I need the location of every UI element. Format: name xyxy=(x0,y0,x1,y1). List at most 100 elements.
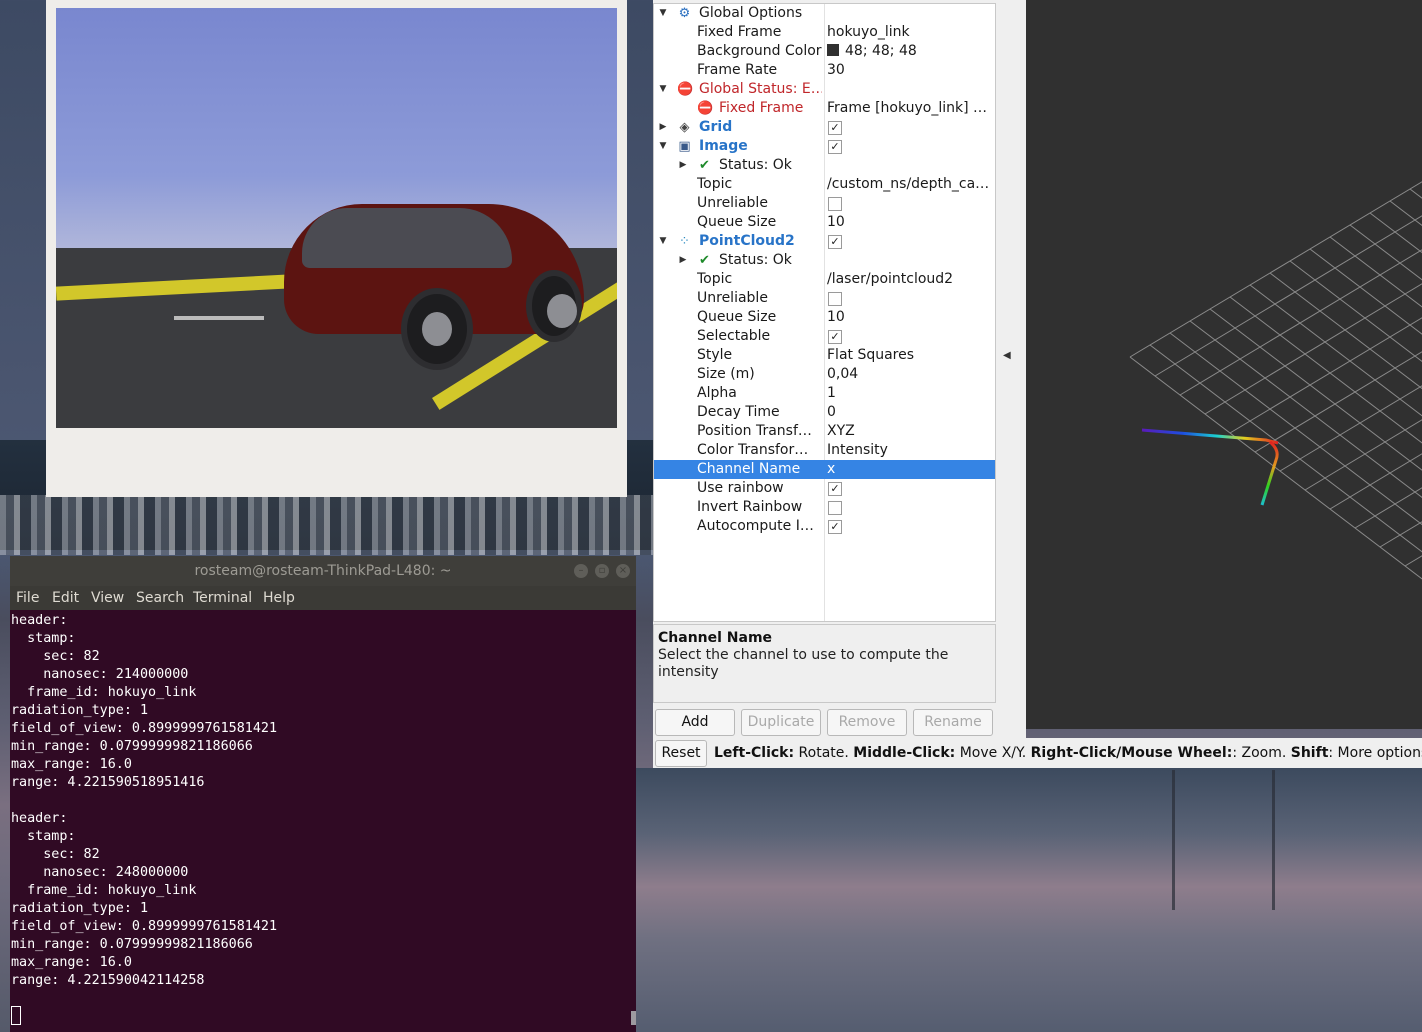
menu-edit[interactable]: Edit xyxy=(52,586,79,610)
rename-button[interactable]: Rename xyxy=(913,709,993,736)
property-row[interactable]: ▼ ⚙ Global Options xyxy=(654,4,995,23)
checkbox-checked[interactable]: ✓ xyxy=(828,520,842,534)
grid-line xyxy=(1349,224,1422,281)
shift-label: Shift xyxy=(1290,745,1329,761)
checkmark-icon: ✔ xyxy=(699,158,710,173)
property-value[interactable]: 10 xyxy=(827,308,992,327)
expand-right-icon[interactable]: ▶ xyxy=(677,156,689,175)
minimize-icon[interactable]: – xyxy=(574,564,588,578)
property-row[interactable]: Size (m) 0,04 xyxy=(654,365,995,384)
property-name: Topic xyxy=(697,271,733,287)
property-value[interactable]: 48; 48; 48 xyxy=(827,42,992,61)
property-row[interactable]: Use rainbow ✓ xyxy=(654,479,995,498)
property-row[interactable]: Position Transf… XYZ xyxy=(654,422,995,441)
menu-terminal[interactable]: Terminal xyxy=(193,586,252,610)
property-name: Selectable xyxy=(697,328,771,344)
expand-right-icon[interactable]: ▶ xyxy=(657,118,669,137)
grid-line xyxy=(1129,356,1422,580)
terminal-scrollbar[interactable] xyxy=(631,1011,636,1025)
property-row[interactable]: Channel Name x xyxy=(654,460,995,479)
property-row[interactable]: ▼ ⁘ PointCloud2 ✓ xyxy=(654,232,995,251)
property-row[interactable]: ▶ ✔ Status: Ok xyxy=(654,251,995,270)
menu-help[interactable]: Help xyxy=(263,586,295,610)
expand-right-icon[interactable]: ▶ xyxy=(677,251,689,270)
close-icon[interactable]: × xyxy=(616,564,630,578)
property-value[interactable]: 0 xyxy=(827,403,992,422)
expand-down-icon[interactable]: ▼ xyxy=(657,137,669,156)
terminal-titlebar[interactable]: rosteam@rosteam-ThinkPad-L480: ~ – ▫ × xyxy=(10,556,636,586)
checkbox-checked[interactable]: ✓ xyxy=(828,482,842,496)
property-value[interactable]: 30 xyxy=(827,61,992,80)
middle-click-label: Middle-Click: xyxy=(853,745,956,761)
property-value[interactable]: hokuyo_link xyxy=(827,23,992,42)
3d-render-view[interactable] xyxy=(1026,0,1422,729)
property-row[interactable]: Style Flat Squares xyxy=(654,346,995,365)
add-button[interactable]: Add xyxy=(655,709,735,736)
grid-line xyxy=(1229,317,1422,434)
expand-down-icon[interactable]: ▼ xyxy=(657,80,669,99)
pointcloud-icon: ⁘ xyxy=(679,234,690,249)
property-value[interactable]: x xyxy=(827,460,992,479)
maximize-icon[interactable]: ▫ xyxy=(595,564,609,578)
terminal-cursor xyxy=(11,1006,21,1025)
expand-down-icon[interactable]: ▼ xyxy=(657,4,669,23)
property-row[interactable]: Fixed Frame hokuyo_link xyxy=(654,23,995,42)
checkbox-checked[interactable]: ✓ xyxy=(828,121,842,135)
property-name: Status: Ok xyxy=(719,252,792,268)
property-row[interactable]: ▶ ◈ Grid ✓ xyxy=(654,118,995,137)
grid-line xyxy=(1369,212,1422,254)
property-row[interactable]: ▶ ✔ Status: Ok xyxy=(654,156,995,175)
property-value[interactable]: Frame [hokuyo_link] … xyxy=(827,99,992,118)
property-row[interactable]: Unreliable xyxy=(654,194,995,213)
image-viewer-window xyxy=(46,0,627,497)
checkbox-unchecked[interactable] xyxy=(828,292,842,306)
property-row[interactable]: Topic/laser/pointcloud2 xyxy=(654,270,995,289)
terminal-output[interactable]: header: stamp: sec: 82 nanosec: 21400000… xyxy=(11,612,621,1022)
terminal-window[interactable]: rosteam@rosteam-ThinkPad-L480: ~ – ▫ × F… xyxy=(10,556,636,1032)
property-row[interactable]: Background Color 48; 48; 48 xyxy=(654,42,995,61)
property-value[interactable]: /custom_ns/depth_ca… xyxy=(827,175,992,194)
panel-collapse-icon[interactable]: ◀ xyxy=(1003,350,1011,361)
car-window xyxy=(302,208,512,268)
property-row[interactable]: Decay Time 0 xyxy=(654,403,995,422)
menu-view[interactable]: View xyxy=(91,586,124,610)
remove-button[interactable]: Remove xyxy=(827,709,907,736)
property-value[interactable]: 10 xyxy=(827,213,992,232)
property-value[interactable]: XYZ xyxy=(827,422,992,441)
property-row[interactable]: ⛔ Fixed Frame Frame [hokuyo_link] … xyxy=(654,99,995,118)
property-value[interactable]: Intensity xyxy=(827,441,992,460)
checkbox-checked[interactable]: ✓ xyxy=(828,330,842,344)
property-row[interactable]: Queue Size 10 xyxy=(654,308,995,327)
property-name: Invert Rainbow xyxy=(697,499,803,515)
property-value[interactable]: 1 xyxy=(827,384,992,403)
displays-tree[interactable]: ▼ ⚙ Global Options Fixed Frame hokuyo_link Ba… xyxy=(653,3,996,622)
property-row[interactable]: Alpha 1 xyxy=(654,384,995,403)
grid-line xyxy=(1409,188,1422,199)
property-value[interactable]: Flat Squares xyxy=(827,346,992,365)
checkbox-unchecked[interactable] xyxy=(828,501,842,515)
property-row[interactable]: Queue Size 10 xyxy=(654,213,995,232)
property-row[interactable]: Frame Rate 30 xyxy=(654,61,995,80)
right-click-label: Right-Click/Mouse Wheel: xyxy=(1030,745,1233,761)
property-row[interactable]: Topic/custom_ns/depth_ca… xyxy=(654,175,995,194)
property-name: Global Options xyxy=(699,5,803,21)
duplicate-button[interactable]: Duplicate xyxy=(741,709,821,736)
reset-button[interactable]: Reset xyxy=(655,740,707,767)
property-row[interactable]: Color Transfor… Intensity xyxy=(654,441,995,460)
property-value[interactable]: /laser/pointcloud2 xyxy=(827,270,992,289)
checkbox-unchecked[interactable] xyxy=(828,197,842,211)
property-row[interactable]: Invert Rainbow xyxy=(654,498,995,517)
property-value[interactable]: 0,04 xyxy=(827,365,992,384)
checkbox-checked[interactable]: ✓ xyxy=(828,235,842,249)
expand-down-icon[interactable]: ▼ xyxy=(657,232,669,251)
checkbox-checked[interactable]: ✓ xyxy=(828,140,842,154)
move-text: Move X/Y. xyxy=(955,745,1031,761)
property-row[interactable]: ▼ ▣ Image ✓ xyxy=(654,137,995,156)
property-row[interactable]: Selectable ✓ xyxy=(654,327,995,346)
menu-search[interactable]: Search xyxy=(136,586,184,610)
property-row[interactable]: ▼ ⛔ Global Status: E… xyxy=(654,80,995,99)
property-row[interactable]: Autocompute I… ✓ xyxy=(654,517,995,536)
menu-file[interactable]: File xyxy=(16,586,39,610)
grid-line xyxy=(1154,215,1422,377)
property-row[interactable]: Unreliable xyxy=(654,289,995,308)
